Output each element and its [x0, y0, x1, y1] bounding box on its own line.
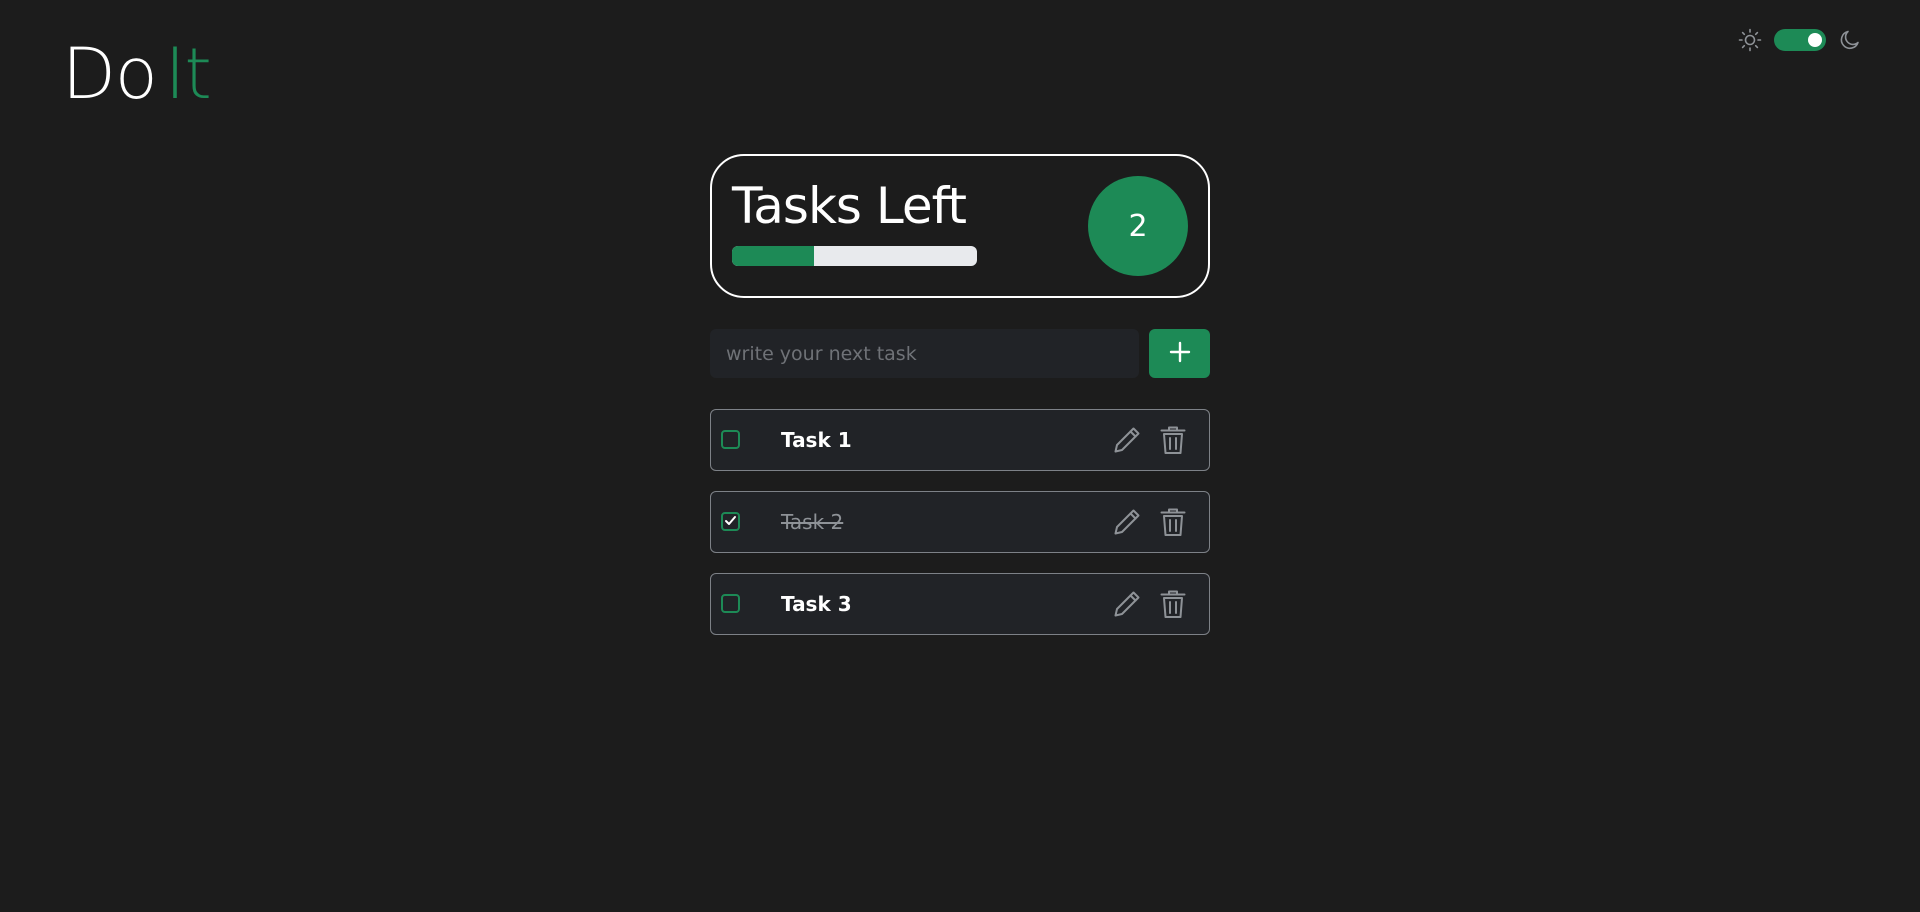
check-icon: [724, 512, 737, 531]
trash-icon[interactable]: [1159, 589, 1187, 623]
add-task-button[interactable]: [1149, 329, 1210, 378]
todo-app: Do It Tasks Left 2 write your next task …: [0, 0, 1920, 912]
trash-icon[interactable]: [1159, 507, 1187, 541]
plus-icon: [1169, 341, 1191, 366]
progress-bar: [732, 246, 977, 266]
task-item: Task 3: [710, 573, 1210, 635]
logo-it: It: [164, 33, 212, 115]
task-title: Task 1: [781, 428, 852, 452]
tasks-summary-card: Tasks Left 2: [710, 154, 1210, 298]
sun-icon: [1738, 28, 1762, 52]
logo-do: Do: [62, 33, 158, 115]
dark-mode-toggle[interactable]: [1774, 29, 1826, 51]
pencil-icon[interactable]: [1112, 425, 1142, 459]
new-task-input[interactable]: [710, 329, 1140, 378]
pencil-icon[interactable]: [1112, 589, 1142, 623]
task-title: Task 3: [781, 592, 852, 616]
task-item: Task 1: [710, 409, 1210, 471]
main-panel: Tasks Left 2 Task 1: [710, 154, 1210, 655]
task-list: Task 1 Task 2 Task 3: [710, 409, 1210, 635]
task-checkbox[interactable]: [721, 512, 740, 531]
task-item: Task 2: [710, 491, 1210, 553]
tasks-left-count: 2: [1088, 176, 1188, 276]
progress-fill: [732, 246, 814, 266]
trash-icon[interactable]: [1159, 425, 1187, 459]
new-task-form: [710, 329, 1210, 378]
toggle-knob: [1808, 33, 1822, 47]
task-checkbox[interactable]: [721, 594, 740, 613]
theme-switch: [1738, 28, 1862, 52]
task-title: Task 2: [781, 510, 844, 534]
task-checkbox[interactable]: [721, 430, 740, 449]
moon-icon: [1838, 28, 1862, 52]
pencil-icon[interactable]: [1112, 507, 1142, 541]
summary-title: Tasks Left: [732, 177, 967, 235]
app-logo: Do It: [62, 33, 212, 115]
